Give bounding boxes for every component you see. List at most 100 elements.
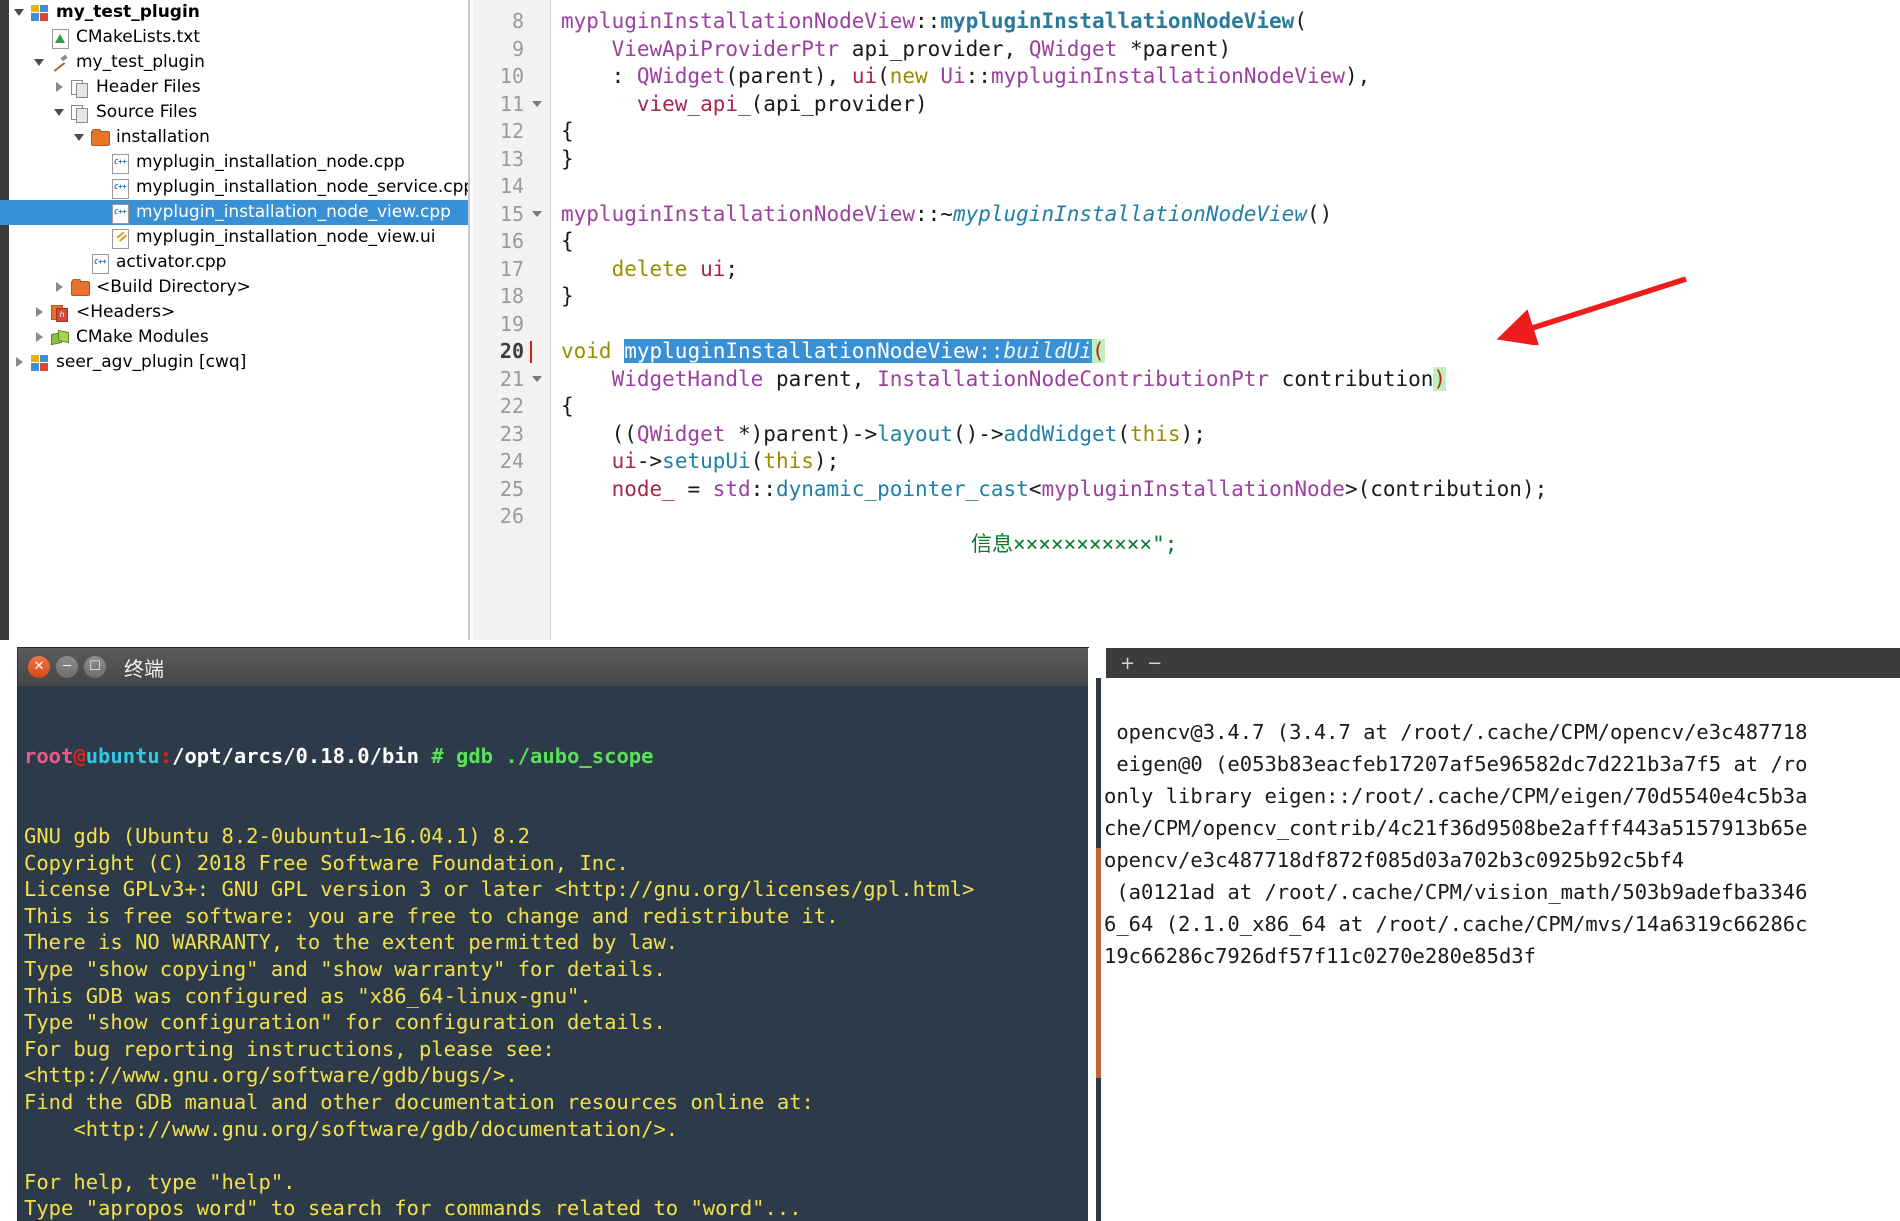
- code-line-18[interactable]: }: [561, 283, 574, 311]
- editor-gutter[interactable]: 8 9 10 11 12 13 14 15 16 17 18 19 20 21 22 23 24 25 26: [470, 0, 551, 640]
- tree-item-seer-agv-plugin-cwq[interactable]: seer_agv_plugin [cwq]: [0, 350, 470, 375]
- output-toolbar[interactable]: + −: [1106, 648, 1900, 678]
- twisty-expanded-icon[interactable]: [69, 125, 89, 150]
- output-line: 19c66286c7926df57f11c0270e280e85d3f: [1104, 944, 1536, 968]
- twisty-collapsed-icon[interactable]: [49, 275, 69, 300]
- line-number-11[interactable]: 11: [470, 91, 548, 119]
- code-line-8[interactable]: mypluginInstallationNodeView::mypluginIn…: [561, 8, 1307, 36]
- terminal-title-bar[interactable]: ✕ ─ ☐ 终端: [18, 648, 1088, 686]
- close-icon[interactable]: ✕: [28, 656, 50, 678]
- tree-item-myplugin-installation-node-service-cpp[interactable]: myplugin_installation_node_service.cpp: [0, 175, 470, 200]
- terminal-line: <http://www.gnu.org/software/gdb/bugs/>.: [24, 1063, 518, 1088]
- terminal-line: Type "apropos word" to search for comman…: [24, 1196, 802, 1221]
- line-number-24[interactable]: 24: [470, 448, 548, 476]
- selected-symbol[interactable]: mypluginInstallationNodeView::buildUi: [624, 339, 1093, 363]
- line-number-17[interactable]: 17: [470, 256, 548, 284]
- line-number-23[interactable]: 23: [470, 421, 548, 449]
- twisty-collapsed-icon[interactable]: [29, 300, 49, 325]
- code-line-16[interactable]: {: [561, 228, 574, 256]
- tree-item-myplugin-installation-node-view-ui[interactable]: myplugin_installation_node_view.ui: [0, 225, 470, 250]
- line-number-text: 16: [499, 229, 524, 253]
- output-line: opencv@3.4.7 (3.4.7 at /root/.cache/CPM/…: [1104, 720, 1808, 744]
- fold-toggle-icon[interactable]: [532, 375, 542, 382]
- code-line-13[interactable]: }: [561, 146, 574, 174]
- tree-item-activator-cpp[interactable]: activator.cpp: [0, 250, 470, 275]
- code-line-23[interactable]: ((QWidget *)parent)->layout()->addWidget…: [561, 421, 1206, 449]
- twisty-collapsed-icon[interactable]: [49, 75, 69, 100]
- cpp-file-icon: [109, 178, 131, 199]
- terminal-output[interactable]: root@ubuntu:/opt/arcs/0.18.0/bin # gdb .…: [18, 686, 1088, 1221]
- code-line-12[interactable]: {: [561, 118, 574, 146]
- tree-item-header-files[interactable]: Header Files: [0, 75, 470, 100]
- line-number-16[interactable]: 16: [470, 228, 548, 256]
- line-number-21[interactable]: 21: [470, 366, 548, 394]
- build-target-icon: [49, 54, 71, 72]
- line-number-26[interactable]: 26: [470, 503, 548, 531]
- code-line-17[interactable]: delete ui;: [561, 256, 738, 284]
- line-number-19[interactable]: 19: [470, 311, 548, 339]
- code-line-15[interactable]: mypluginInstallationNodeView::~mypluginI…: [561, 201, 1332, 229]
- code-line-11[interactable]: view_api_(api_provider): [561, 91, 928, 119]
- tree-item-build-directory[interactable]: <Build Directory>: [0, 275, 470, 300]
- tree-item-headers[interactable]: <Headers>: [0, 300, 470, 325]
- code-line-21[interactable]: WidgetHandle parent, InstallationNodeCon…: [561, 366, 1447, 394]
- line-number-13[interactable]: 13: [470, 146, 548, 174]
- line-number-14[interactable]: 14: [470, 173, 548, 201]
- line-number-15[interactable]: 15: [470, 201, 548, 229]
- output-text[interactable]: opencv@3.4.7 (3.4.7 at /root/.cache/CPM/…: [1104, 716, 1900, 1216]
- string-literal: 信息×××××××××××";: [971, 531, 1178, 556]
- file-group-icon: [69, 79, 91, 98]
- code-line-10[interactable]: : QWidget(parent), ui(new Ui::mypluginIn…: [561, 63, 1371, 91]
- tree-item-source-files[interactable]: Source Files: [0, 100, 470, 125]
- tree-item-cmake-modules[interactable]: CMake Modules: [0, 325, 470, 350]
- code-editor[interactable]: 8 9 10 11 12 13 14 15 16 17 18 19 20 21 22 23 24 25 26 myp…: [470, 0, 1900, 640]
- tree-item-myplugin-installation-node-view-cpp[interactable]: myplugin_installation_node_view.cpp: [0, 200, 470, 225]
- tree-item-myplugin-installation-node-cpp[interactable]: myplugin_installation_node.cpp: [0, 150, 470, 175]
- line-number-10[interactable]: 10: [470, 63, 548, 91]
- line-number-text: 10: [499, 64, 524, 88]
- code-line-25[interactable]: node_ = std::dynamic_pointer_cast<myplug…: [561, 476, 1548, 504]
- tree-item-installation[interactable]: installation: [0, 125, 470, 150]
- terminal-colon: :: [159, 744, 173, 769]
- tree-item-label: Source Files: [96, 102, 198, 122]
- code-line-24[interactable]: ui->setupUi(this);: [561, 448, 840, 476]
- twisty-collapsed-icon[interactable]: [29, 325, 49, 350]
- line-number-8[interactable]: 8: [470, 8, 548, 36]
- line-number-text: 22: [499, 394, 524, 418]
- code-line-22[interactable]: {: [561, 393, 574, 421]
- collapse-all-icon[interactable]: −: [1147, 653, 1162, 674]
- minimize-icon[interactable]: ─: [56, 656, 78, 678]
- tree-item-label: myplugin_installation_node_service.cpp: [136, 177, 470, 197]
- code-line-9[interactable]: ViewApiProviderPtr api_provider, QWidget…: [561, 36, 1232, 64]
- code-line-20[interactable]: void mypluginInstallationNodeView::build…: [561, 338, 1105, 366]
- fold-toggle-icon[interactable]: [532, 210, 542, 217]
- line-number-18[interactable]: 18: [470, 283, 548, 311]
- twisty-expanded-icon[interactable]: [9, 0, 29, 25]
- output-left-rail-highlight: [1096, 848, 1101, 1078]
- maximize-icon[interactable]: ☐: [84, 656, 106, 678]
- line-number-22[interactable]: 22: [470, 393, 548, 421]
- tree-node-list[interactable]: my_test_plugin CMakeLists.txt my_test_plug…: [0, 0, 470, 375]
- fold-toggle-icon[interactable]: [532, 100, 542, 107]
- terminal-window[interactable]: ✕ ─ ☐ 终端 root@ubuntu:/opt/arcs/0.18.0/bi…: [18, 648, 1088, 1221]
- terminal-line: This GDB was configured as "x86_64-linux…: [24, 983, 592, 1008]
- terminal-line: License GPLv3+: GNU GPL version 3 or lat…: [24, 877, 975, 902]
- tree-item-my-test-plugin[interactable]: my_test_plugin: [0, 50, 470, 75]
- line-number-20[interactable]: 20: [470, 338, 548, 366]
- code-line-27-string-tail[interactable]: 信息×××××××××××";: [971, 531, 1177, 559]
- tree-item-cmakelists-txt[interactable]: CMakeLists.txt: [0, 25, 470, 50]
- expand-all-icon[interactable]: +: [1120, 653, 1135, 674]
- output-pane[interactable]: + − opencv@3.4.7 (3.4.7 at /root/.cache/…: [1088, 648, 1900, 1221]
- tree-item-my-test-plugin[interactable]: my_test_plugin: [0, 0, 470, 25]
- twisty-expanded-icon[interactable]: [29, 50, 49, 75]
- line-number-25[interactable]: 25: [470, 476, 548, 504]
- terminal-cwd: /opt/arcs/0.18.0/bin: [172, 744, 419, 769]
- twisty-expanded-icon[interactable]: [49, 100, 69, 125]
- line-number-12[interactable]: 12: [470, 118, 548, 146]
- code-text-area[interactable]: mypluginInstallationNodeView::mypluginIn…: [551, 0, 1900, 640]
- cmake-file-icon: [49, 28, 71, 49]
- twisty-collapsed-icon[interactable]: [9, 350, 29, 375]
- project-tree-panel[interactable]: my_test_plugin CMakeLists.txt my_test_plug…: [0, 0, 470, 640]
- line-number-9[interactable]: 9: [470, 36, 548, 64]
